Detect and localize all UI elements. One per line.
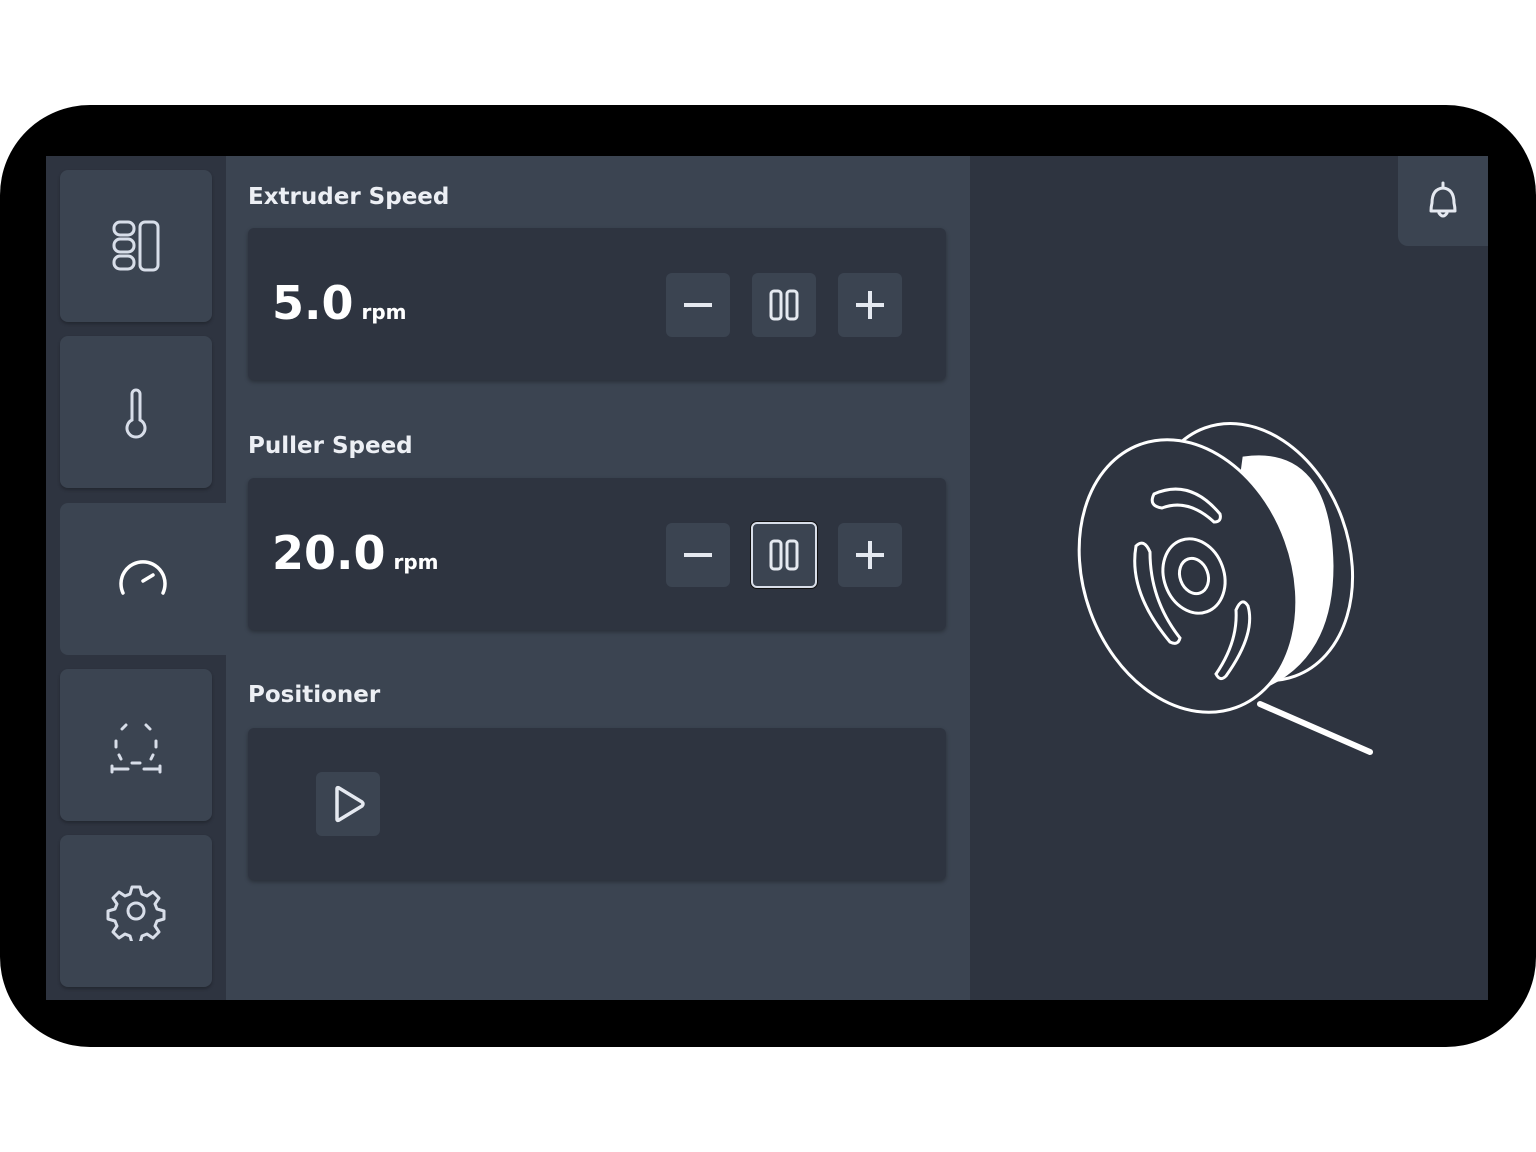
puller-decrease-button[interactable] (666, 523, 730, 587)
illustration-pane (970, 156, 1488, 1000)
puller-speed-value: 20.0 rpm (272, 526, 439, 580)
puller-speed-card: 20.0 rpm (248, 478, 946, 630)
plus-icon (856, 291, 884, 319)
sidebar-item-speed[interactable] (60, 503, 226, 655)
positioner-icon (110, 723, 162, 774)
pause-icon (769, 539, 799, 571)
sidebar-item-dashboard[interactable] (60, 170, 212, 322)
positioner-card (248, 728, 946, 880)
sidebar-item-settings[interactable] (60, 835, 212, 987)
puller-pause-button[interactable] (751, 522, 817, 588)
positioner-play-button[interactable] (316, 772, 380, 836)
sidebar-item-temperature[interactable] (60, 336, 212, 488)
extruder-speed-value: 5.0 rpm (272, 276, 407, 330)
puller-speed-number: 20.0 (272, 526, 386, 580)
play-icon (335, 785, 365, 823)
sidebar-item-positioner[interactable] (60, 669, 212, 821)
minus-icon (684, 303, 712, 307)
extruder-speed-number: 5.0 (272, 276, 354, 330)
dashboard-layout-icon (112, 220, 160, 272)
puller-increase-button[interactable] (838, 523, 902, 587)
plus-icon (856, 541, 884, 569)
speedometer-icon (119, 560, 167, 595)
extruder-speed-card: 5.0 rpm (248, 228, 946, 380)
gear-icon (106, 885, 166, 941)
extruder-speed-title: Extruder Speed (248, 184, 450, 210)
pause-icon (769, 289, 799, 321)
extruder-speed-unit: rpm (361, 300, 407, 324)
sidebar (46, 156, 226, 1000)
bell-icon (1429, 181, 1457, 218)
screen: Extruder Speed 5.0 rpm Puller Speed 20.0 r… (46, 156, 1488, 1000)
extruder-decrease-button[interactable] (666, 273, 730, 337)
extruder-increase-button[interactable] (838, 273, 902, 337)
thermometer-icon (125, 388, 147, 439)
puller-speed-title: Puller Speed (248, 433, 413, 459)
filament-spool-illustration (1077, 422, 1373, 755)
control-panel: Extruder Speed 5.0 rpm Puller Speed 20.0 r… (226, 156, 970, 1000)
notifications-button[interactable] (1398, 156, 1488, 246)
minus-icon (684, 553, 712, 557)
extruder-pause-button[interactable] (752, 273, 816, 337)
positioner-title: Positioner (248, 682, 381, 708)
puller-speed-unit: rpm (393, 550, 439, 574)
